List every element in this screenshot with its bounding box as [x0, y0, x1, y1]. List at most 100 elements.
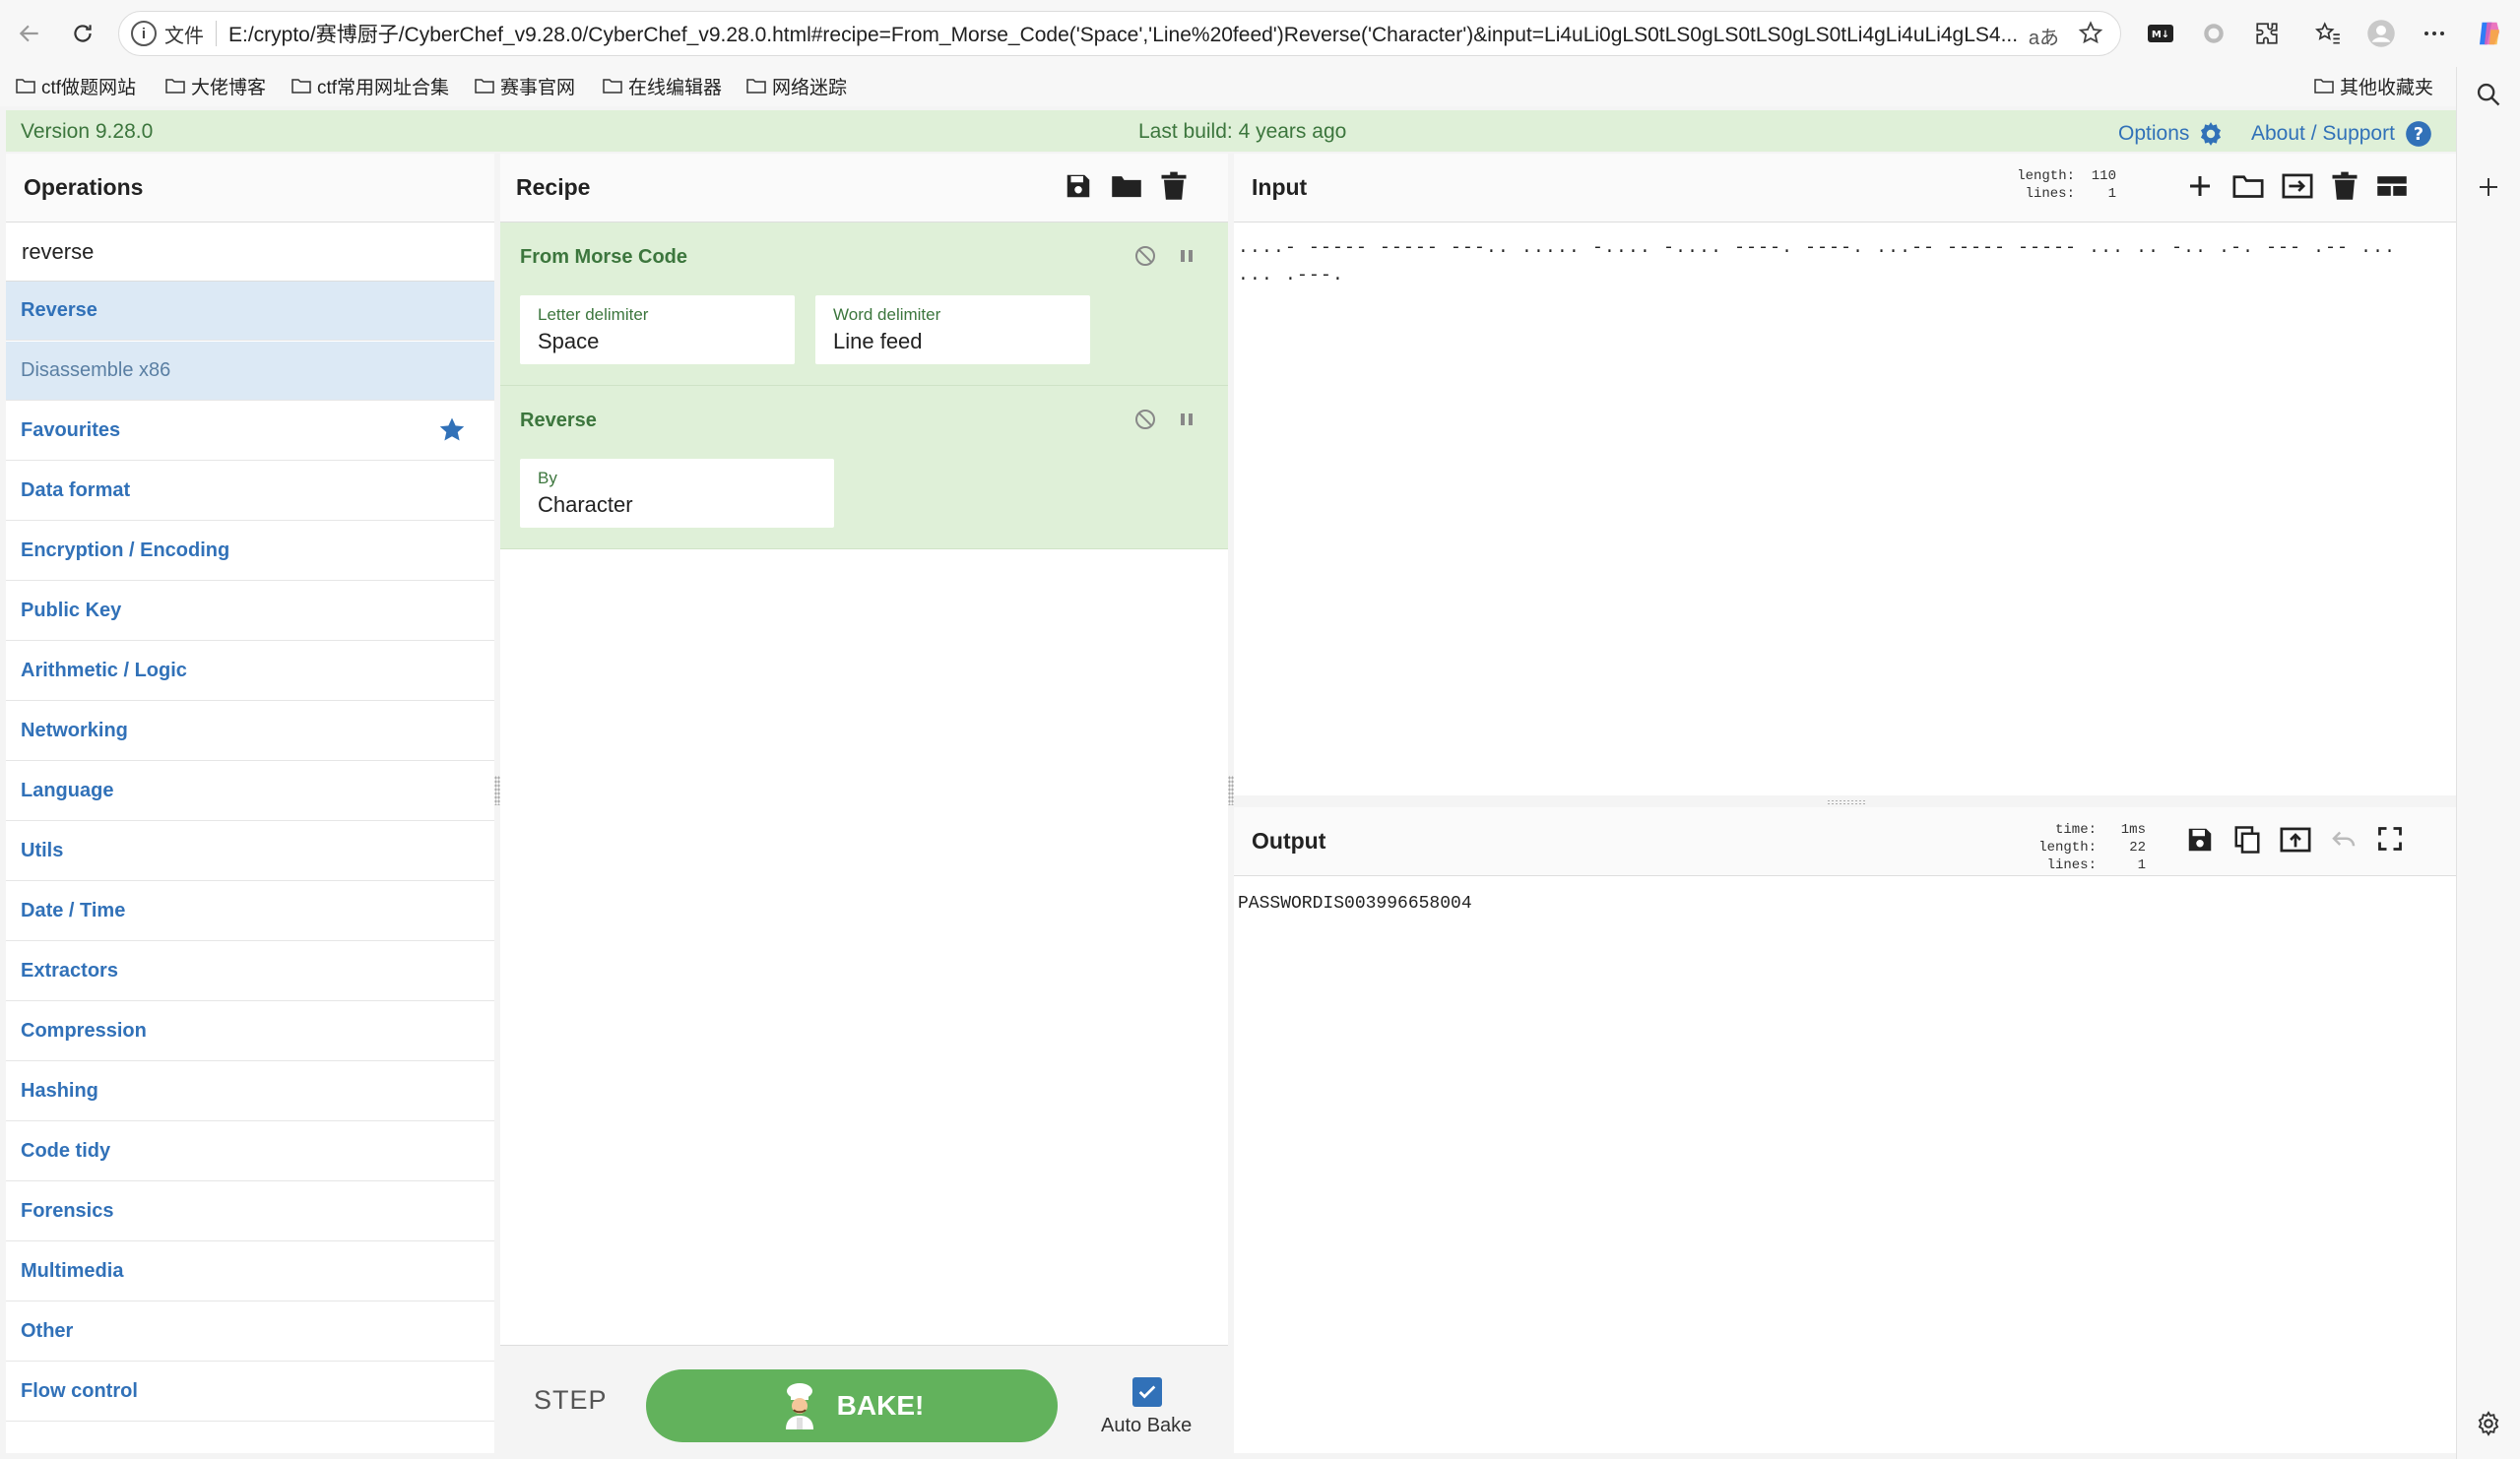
recipe-panel: Recipe From Morse Code Letter delimiter …	[500, 154, 1228, 1453]
markdown-icon[interactable]: M↓	[2141, 14, 2180, 53]
reverse-by-select[interactable]: By Character	[520, 459, 834, 528]
trash-icon[interactable]	[1160, 171, 1188, 206]
recipe-op-reverse[interactable]: Reverse By Character	[500, 386, 1228, 549]
category-hashing[interactable]: Hashing	[6, 1062, 494, 1121]
search-result-disassemble-x86[interactable]: Disassemble x86	[6, 342, 494, 401]
step-button[interactable]: STEP	[534, 1385, 608, 1416]
op-name: Reverse	[520, 410, 597, 431]
bookmark-folder[interactable]: 网络迷踪	[746, 71, 847, 100]
bookmark-label: 其他收藏夹	[2340, 77, 2434, 98]
letter-delimiter-select[interactable]: Letter delimiter Space	[520, 295, 795, 364]
bookmark-folder[interactable]: 赛事官网	[475, 71, 575, 100]
category-language[interactable]: Language	[6, 762, 494, 821]
bookmark-folder[interactable]: 大佬博客	[165, 71, 266, 100]
star-icon[interactable]	[2077, 20, 2104, 52]
folder-icon	[603, 79, 622, 94]
layout-icon[interactable]	[2376, 171, 2408, 206]
category-flow-control[interactable]: Flow control	[6, 1363, 494, 1422]
settings-icon[interactable]	[2475, 1410, 2502, 1442]
category-encryption-encoding[interactable]: Encryption / Encoding	[6, 522, 494, 581]
category-other[interactable]: Other	[6, 1302, 494, 1362]
read-aloud-icon[interactable]: aあ	[2029, 22, 2059, 50]
copy-icon[interactable]	[2232, 825, 2262, 859]
profile-icon[interactable]	[2361, 14, 2401, 53]
auto-bake-checkbox[interactable]	[1132, 1377, 1162, 1407]
input-textarea[interactable]: ....- ----- ----- ---.. ..... -.... -...…	[1238, 234, 2443, 289]
more-icon[interactable]	[2415, 14, 2454, 53]
output-stats-labels: time: length: lines:	[2034, 821, 2097, 874]
category-multimedia[interactable]: Multimedia	[6, 1242, 494, 1301]
bookmarks-bar: ctf做题网站 大佬博客 ctf常用网址合集 赛事官网 在线编辑器 网络迷踪 其…	[0, 67, 2520, 106]
category-compression[interactable]: Compression	[6, 1002, 494, 1061]
bookmark-folder[interactable]: ctf常用网址合集	[291, 71, 449, 100]
category-arithmetic-logic[interactable]: Arithmetic / Logic	[6, 642, 494, 701]
operations-title: Operations	[6, 154, 494, 222]
save-icon[interactable]	[1064, 171, 1093, 206]
op-controls	[1133, 244, 1198, 273]
category-networking[interactable]: Networking	[6, 702, 494, 761]
folder-icon	[291, 79, 311, 94]
bookmark-label: 大佬博客	[191, 77, 267, 98]
output-text[interactable]: PASSWORDIS003996658004	[1238, 894, 1472, 914]
disable-icon[interactable]	[1133, 244, 1157, 273]
lines-label: lines:	[2025, 186, 2075, 202]
copilot-icon[interactable]	[2470, 14, 2509, 53]
operations-search-input[interactable]	[6, 222, 494, 282]
options-link[interactable]: Options	[2118, 120, 2225, 148]
plus-icon[interactable]	[2185, 171, 2215, 206]
import-icon[interactable]	[2282, 171, 2313, 206]
bookmark-folder[interactable]: ctf做题网站	[16, 71, 136, 100]
cyberchef-app: Version 9.28.0 Last build: 4 years ago O…	[0, 106, 2456, 1459]
field-value: Character	[538, 492, 633, 517]
maximize-icon[interactable]	[2376, 825, 2404, 859]
category-utils[interactable]: Utils	[6, 822, 494, 881]
folder-icon[interactable]	[1111, 171, 1142, 206]
recipe-op-from-morse-code[interactable]: From Morse Code Letter delimiter Space W…	[500, 222, 1228, 386]
about-support-link[interactable]: About / Support ?	[2251, 120, 2432, 148]
reload-icon[interactable]	[63, 14, 102, 53]
favorites-icon[interactable]	[2308, 14, 2348, 53]
replace-input-icon[interactable]	[2280, 825, 2311, 859]
pause-icon[interactable]	[1175, 244, 1198, 273]
pause-icon[interactable]	[1175, 408, 1198, 436]
op-controls	[1133, 408, 1198, 436]
search-icon[interactable]	[2475, 81, 2502, 113]
disable-icon[interactable]	[1133, 408, 1157, 436]
search-result-reverse[interactable]: Reverse	[6, 282, 494, 341]
category-label: Favourites	[21, 419, 121, 441]
address-bar[interactable]: i 文件 E:/crypto/赛博厨子/CyberChef_v9.28.0/Cy…	[118, 11, 2121, 56]
extensions-icon[interactable]	[2247, 14, 2287, 53]
resize-handle[interactable]	[1827, 799, 1866, 804]
category-forensics[interactable]: Forensics	[6, 1182, 494, 1241]
save-icon[interactable]	[2185, 825, 2215, 859]
trash-icon[interactable]	[2331, 171, 2358, 206]
bookmark-folder[interactable]: 在线编辑器	[603, 71, 722, 100]
output-length: 22	[2129, 840, 2146, 856]
category-favourites[interactable]: Favourites	[6, 402, 494, 461]
category-extractors[interactable]: Extractors	[6, 942, 494, 1001]
bake-button[interactable]: BAKE!	[646, 1369, 1058, 1442]
info-icon[interactable]: i	[131, 21, 157, 46]
input-lines: 1	[2107, 186, 2116, 202]
version-label: Version 9.28.0	[21, 120, 154, 143]
auto-bake-label: Auto Bake	[1101, 1415, 1193, 1436]
other-bookmarks-folder[interactable]: 其他收藏夹	[2314, 71, 2433, 100]
input-toolbar	[2185, 171, 2408, 206]
field-label: Word delimiter	[833, 305, 941, 324]
check-icon	[1138, 1385, 1156, 1399]
plus-icon[interactable]	[2477, 175, 2500, 204]
word-delimiter-select[interactable]: Word delimiter Line feed	[815, 295, 1090, 364]
input-stats-labels: length: lines:	[2012, 167, 2075, 203]
category-data-format[interactable]: Data format	[6, 462, 494, 521]
chef-icon	[785, 1383, 813, 1429]
category-public-key[interactable]: Public Key	[6, 582, 494, 641]
category-code-tidy[interactable]: Code tidy	[6, 1122, 494, 1181]
category-date-time[interactable]: Date / Time	[6, 882, 494, 941]
file-label: 文件	[164, 25, 204, 47]
input-length: 110	[2091, 168, 2116, 184]
folder-icon[interactable]	[2232, 171, 2264, 206]
back-icon[interactable]	[10, 14, 49, 53]
url-text[interactable]: E:/crypto/赛博厨子/CyberChef_v9.28.0/CyberCh…	[228, 19, 2040, 48]
circle-icon[interactable]	[2194, 14, 2233, 53]
undo-icon[interactable]	[2329, 825, 2358, 859]
